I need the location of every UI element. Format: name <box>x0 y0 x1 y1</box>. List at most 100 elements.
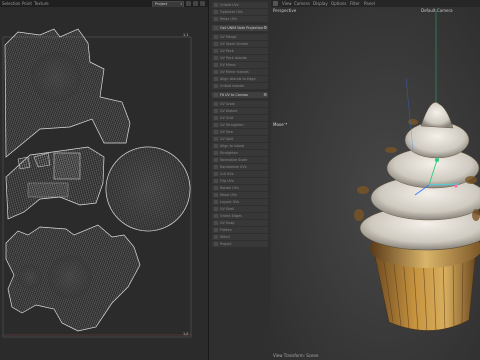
tool-label: Relax UVs <box>220 17 237 21</box>
tool-label: Rotate UVs <box>220 186 239 190</box>
tool-icon <box>214 84 218 88</box>
default-camera-label: Default Camera <box>421 8 453 13</box>
perspective-label: Perspective <box>273 8 297 13</box>
3d-viewport[interactable]: View Camera Display Options Filter Panel… <box>271 0 480 360</box>
tool-item[interactable]: UV Straighten <box>212 122 268 128</box>
menu-selection[interactable]: Selection <box>2 0 20 7</box>
vp-menu-panel[interactable]: Panel <box>364 0 375 7</box>
uv-island-grid <box>53 152 81 180</box>
tool-item[interactable]: UV Distort <box>212 108 268 114</box>
uv-shade-1 <box>48 255 92 299</box>
tool-item[interactable]: UV Pack Islands <box>212 55 268 61</box>
tool-label: Optimize UVs <box>220 10 243 14</box>
tool-label: UV Distort <box>220 109 238 113</box>
menu-point[interactable]: Point <box>22 0 32 7</box>
tool-item[interactable]: Project <box>212 241 268 247</box>
vp-menu-filter[interactable]: Filter <box>350 0 360 7</box>
tool-label: UV Mirror Islands <box>220 70 249 74</box>
menu-texture[interactable]: Texture <box>34 0 49 7</box>
view-transform-label: View Transform: Scene <box>273 353 319 358</box>
tool-item[interactable]: Fit UV to Canvas ⚙ <box>212 92 268 98</box>
tool-label: Unfold Islands <box>220 84 244 88</box>
tool-icon <box>214 179 218 183</box>
vp-menu-options[interactable]: Options <box>331 0 346 7</box>
viewport-menu-bar: View Camera Display Options Filter Panel <box>271 0 480 7</box>
viewport-canvas[interactable] <box>271 0 480 360</box>
uv-canvas[interactable] <box>0 7 208 360</box>
tool-icon <box>214 10 218 14</box>
tool-item[interactable]: Orient Edges <box>212 213 268 219</box>
tool-icon <box>214 242 218 246</box>
tool-item[interactable]: UV Snap <box>212 220 268 226</box>
tool-item[interactable]: Normalize Scale <box>212 157 268 163</box>
arrow-right-icon: → <box>284 121 288 126</box>
tool-item[interactable]: Flip UVs <box>212 178 268 184</box>
toolbar-icon-b[interactable] <box>193 1 198 6</box>
tool-label: Normalize Scale <box>220 158 248 162</box>
tool-label: UV Scale <box>220 102 236 106</box>
tool-item[interactable]: Relax UVs <box>212 16 268 22</box>
frosting-layer-4 <box>404 121 470 159</box>
tool-item[interactable]: Align to Island <box>212 143 268 149</box>
tool-label: UV Straighten <box>220 123 244 127</box>
tool-item[interactable]: Stitch <box>212 234 268 240</box>
uv-corner-top-right: 1,1 <box>183 33 189 37</box>
tool-icon <box>214 102 218 106</box>
tool-icon <box>214 93 218 97</box>
vp-menu-view[interactable]: View <box>282 0 292 7</box>
tool-item[interactable]: Unfold UVs <box>212 2 268 8</box>
gear-icon[interactable]: ⚙ <box>263 92 267 98</box>
viewport-icon <box>273 1 278 6</box>
gizmo-handle-pink[interactable] <box>454 184 458 188</box>
tool-label: UV Sew <box>220 130 233 134</box>
vp-menu-camera[interactable]: Camera <box>294 0 310 7</box>
tool-item[interactable]: UV Pack <box>212 48 268 54</box>
uv-corner-bottom-right: 1,0 <box>183 332 189 336</box>
tool-icon <box>214 116 218 120</box>
tool-item[interactable]: UV Mirror <box>212 62 268 68</box>
tool-item[interactable]: Get UNIM Note Projection ⚙ <box>212 25 268 31</box>
tool-item[interactable]: Layout UVs <box>212 199 268 205</box>
tool-icon <box>214 200 218 204</box>
tool-label: UV Stack Similar <box>220 42 249 46</box>
tool-item[interactable]: Rotate UVs <box>212 185 268 191</box>
tool-label: UV Pack Islands <box>220 56 247 60</box>
tool-item[interactable]: UV Grid <box>212 115 268 121</box>
uv-editor-panel[interactable]: 1,1 1,0 <box>0 7 208 360</box>
tool-item[interactable]: UV Stack Similar <box>212 41 268 47</box>
tool-item[interactable]: Cut UVs <box>212 171 268 177</box>
tool-icon <box>214 186 218 190</box>
tool-item[interactable]: UV Sew <box>212 129 268 135</box>
tool-item[interactable]: UV Shell <box>212 206 268 212</box>
tool-item[interactable]: Align Islands to Edge <box>212 76 268 82</box>
tool-label: UV Merge <box>220 35 237 39</box>
tool-item[interactable]: Move UVs <box>212 192 268 198</box>
tool-item[interactable]: UV Merge <box>212 34 268 40</box>
tool-icon <box>214 151 218 155</box>
tool-icon <box>214 214 218 218</box>
tool-label: Get UNIM Note Projection <box>220 26 264 30</box>
uv-island-middle-grid <box>27 182 69 198</box>
tool-item[interactable]: UV Split <box>212 136 268 142</box>
tool-item[interactable]: UV Scale <box>212 101 268 107</box>
toolbar-icon-a[interactable] <box>186 1 191 6</box>
tool-item[interactable]: UV Mirror Islands <box>212 69 268 75</box>
toolbar-icon-c[interactable] <box>200 1 205 6</box>
tool-icon <box>214 123 218 127</box>
move-label: Move <box>273 122 284 127</box>
tool-label: Fit UV to Canvas <box>220 93 248 97</box>
tool-item[interactable]: Randomize UVs <box>212 164 268 170</box>
vp-menu-display[interactable]: Display <box>313 0 328 7</box>
tool-label: Randomize UVs <box>220 165 247 169</box>
tool-icon <box>214 17 218 21</box>
gizmo-handle-green[interactable] <box>435 158 439 162</box>
tool-icon <box>214 56 218 60</box>
tool-item[interactable]: Optimize UVs <box>212 9 268 15</box>
tool-item[interactable]: Flatten <box>212 227 268 233</box>
tool-item[interactable]: Straighten <box>212 150 268 156</box>
tool-icon <box>214 77 218 81</box>
tool-item[interactable]: Unfold Islands <box>212 83 268 89</box>
tool-label: Align to Island <box>220 144 245 148</box>
gear-icon[interactable]: ⚙ <box>263 25 267 31</box>
uv-tools-panel: Unfold UVs Optimize UVs Relax UVs Get UNIM … <box>208 0 272 360</box>
